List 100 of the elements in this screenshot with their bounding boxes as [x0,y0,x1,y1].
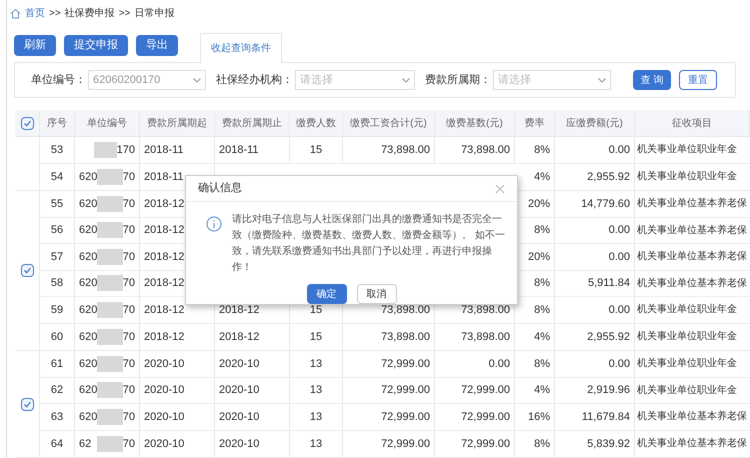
table-cell-text: 70 [122,250,136,264]
table-cell-text: 2020-10 [144,410,184,424]
filter-button[interactable]: 重置 [679,70,717,90]
redaction-block [97,196,123,212]
table-cell-text: 70 [122,196,136,212]
table-cell-text: 2018-12 [219,330,260,344]
table-cell-text: 2020-10 [144,356,184,372]
redaction-block [96,436,123,452]
table-cell-text: 72,999.00 [381,410,430,424]
table-cell-text: 73,898.00 [381,302,430,318]
home-icon[interactable] [10,8,21,18]
table-cell-text: 0.00 [608,356,630,372]
table-cell-text: 8% [534,276,550,291]
table-cell-text: 70 [122,170,136,184]
filter-button[interactable]: 查 询 [633,70,671,90]
table-cell-text: 58 [50,276,64,291]
table-cell-text: 72,999.00 [381,383,430,398]
table-cell-text: 2018-12 [144,250,184,264]
table-cell-text: 620 [79,223,97,238]
table-cell-text: 机关事业单位基本养老保 [637,410,747,424]
filter-label: 费款所属期： [425,72,491,88]
table-cell-text: 70 [122,330,136,344]
breadcrumb-item: 社保费申报 [64,6,115,20]
table-cell-text: 62 [50,383,64,398]
table-cell-text: 0.00 [488,356,510,372]
table-cell-text: 61 [50,356,64,372]
toolbar-button[interactable]: 刷新 [14,35,56,56]
filter-label: 社保经办机构： [216,72,293,88]
table-cell-text: 20% [528,250,550,264]
table-cell-text: 15 [310,142,322,158]
table-cell-text: 55 [50,196,64,212]
dialog-button[interactable]: 取消 [356,284,396,304]
table-cell-text: 5,911.84 [588,276,630,291]
column-header: 单位编号 [87,116,127,130]
breadcrumb-link[interactable]: 首页 [25,6,45,20]
checkbox[interactable] [20,264,34,277]
redaction-block [94,142,117,158]
table-cell-text: 机关事业单位基本养老保 [637,250,747,264]
table-cell-text: 73,898.00 [461,330,510,344]
table-cell-text: 620 [79,356,97,372]
table-cell-text: 机关事业单位职业年金 [637,384,737,398]
chevron-icon [402,78,410,82]
table-cell-text: 0.00 [608,250,630,264]
table-cell-text: 0.00 [608,142,630,158]
table-cell-text: 11,679.84 [582,410,630,424]
select-field[interactable]: 62060200170 [88,70,206,90]
table-cell-text: 15 [310,302,322,318]
table-cell-text: 机关事业单位职业年金 [637,142,737,158]
table-cell-text: 4% [534,330,550,344]
toolbar-button[interactable]: 提交申报 [64,35,128,56]
column-header: 应缴费额(元) [566,116,623,130]
toolbar-button[interactable]: 导出 [136,35,178,56]
table-cell-text: 5,839.92 [587,436,630,452]
table-cell-text: 2018-11 [219,142,259,158]
table-cell-text: 72,999.00 [381,356,430,372]
table-cell-text: 70 [122,223,136,238]
table-cell-text: 机关事业单位基本养老保 [637,276,747,291]
chevron-icon [598,78,606,82]
table-cell-text: 2018-12 [144,196,184,212]
breadcrumb-item: >> [49,6,61,20]
table-cell-text: 机关事业单位基本养老保 [637,196,747,212]
table-cell-text: 63 [50,410,64,424]
checkbox[interactable] [20,116,34,130]
table-cell-text: 2020-10 [219,356,260,372]
table-cell-text: 70 [122,302,136,318]
chevron-icon [193,78,201,82]
table-cell-text: 13 [310,410,322,424]
table-cell-text: 2,955.92 [587,330,630,344]
table-cell-text: 15 [310,330,322,344]
table-cell-text: 70 [122,276,136,291]
table-cell-text: 70 [122,410,136,424]
dialog-message: 请比对电子信息与人社医保部门出具的缴费通知书是否完全一致（缴费险种、缴费基数、缴费人数、缴费金额等）。 如不一致，请先联系缴费通知书出具部门予以处理，再进行申报操作！ [232,212,505,275]
filter-label: 单位编号： [31,72,86,88]
column-header: 费款所属期止 [222,116,282,130]
checkbox[interactable] [20,398,34,410]
table-cell-text: 73,898.00 [381,142,430,158]
table-cell-text: 2018-12 [144,276,184,291]
redaction-block [97,168,123,185]
checkmark-icon [22,118,32,128]
table-cell-text: 2018-12 [219,302,260,318]
column-header: 征收项目 [672,116,712,130]
table-cell-text: 2018-12 [144,302,184,318]
table-cell-text: 2018-11 [144,142,184,158]
table-cell-text: 8% [534,302,550,318]
table-cell-text: 620 [79,196,97,212]
table-cell-text: 8% [534,356,550,372]
checkmark-icon [22,400,32,408]
dialog-button[interactable]: 确定 [306,284,346,304]
table-cell-text: 2020-10 [219,383,260,398]
redaction-block [97,248,123,265]
close-icon[interactable] [495,184,505,194]
collapse-tab[interactable]: 收起查询条件 [200,33,282,63]
column-header: 费率 [524,116,544,130]
breadcrumb-item: 日常申报 [134,6,174,20]
table-cell-text: 620 [79,170,97,184]
column-header: 缴费工资合计(元) [350,116,427,130]
dialog-title: 确认信息 [198,181,242,196]
table-cell-text: 机关事业单位基本养老保 [637,224,747,238]
table-cell-text: 2,919.96 [587,383,630,398]
table-cell-text: 2020-10 [144,383,184,398]
